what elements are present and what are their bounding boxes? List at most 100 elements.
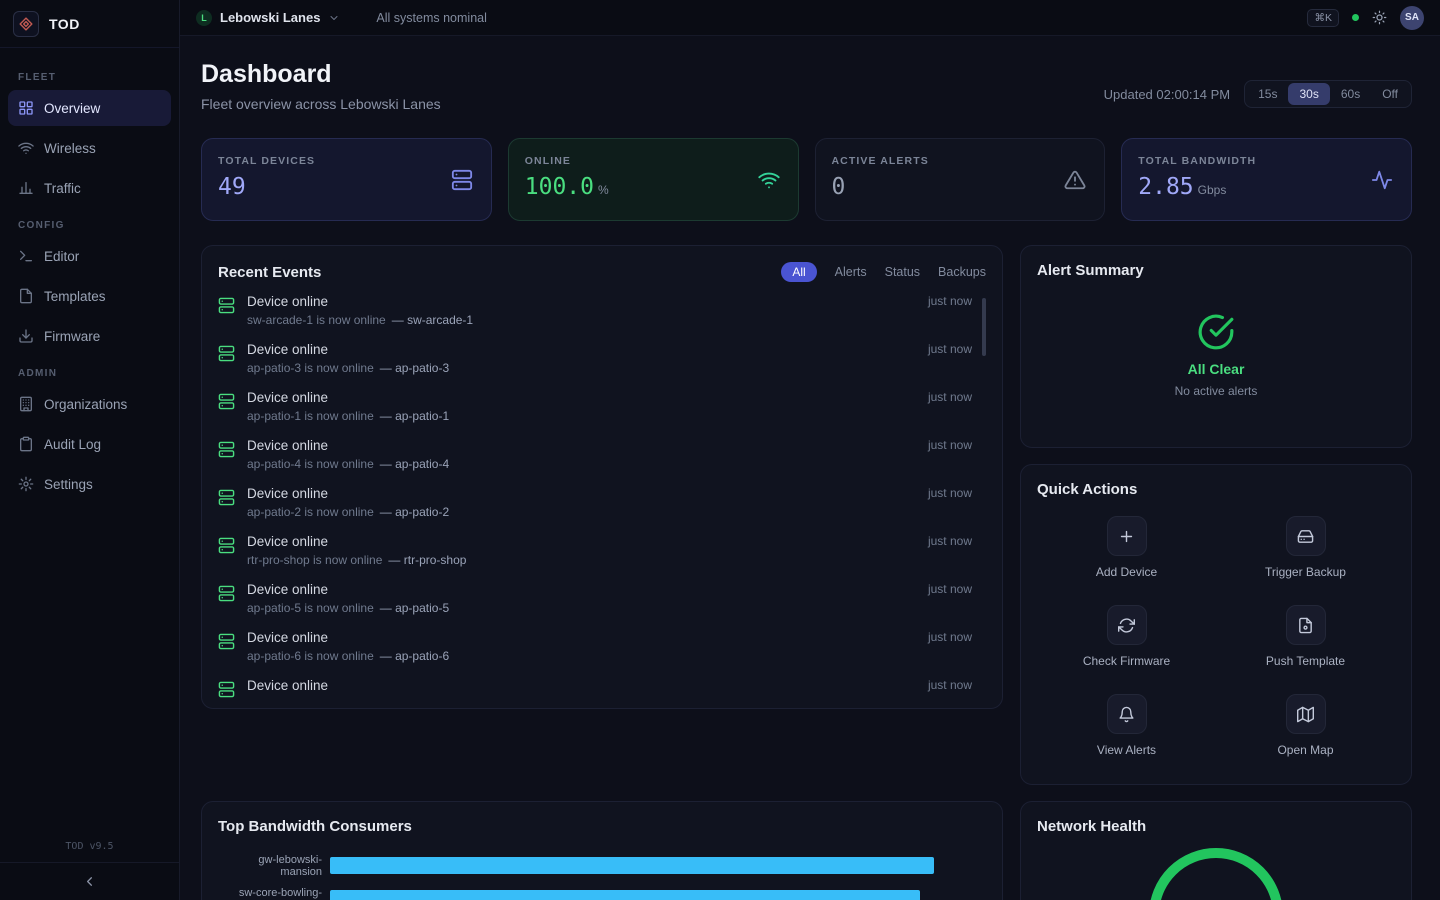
stat-card-active-alerts: ACTIVE ALERTS 0 [815,138,1106,221]
download-icon [18,328,34,344]
terminal-icon [18,248,34,264]
event-time: just now [928,486,986,500]
sidebar-item-organizations[interactable]: Organizations [8,386,171,422]
quick-action-check-firmware[interactable]: Check Firmware [1037,593,1216,682]
sidebar-collapse-button[interactable] [0,862,179,900]
event-title: Device online [247,294,916,309]
org-switcher[interactable]: L Lebowski Lanes [196,10,340,26]
bell-icon [1107,694,1147,734]
event-device: — ap-patio-6 [380,649,449,663]
event-title: Device online [247,582,916,597]
command-palette-shortcut[interactable]: ⌘K [1307,9,1339,27]
top-bandwidth-title: Top Bandwidth Consumers [218,818,986,835]
plus-icon [1107,516,1147,556]
events-scrollbar-thumb[interactable] [982,298,986,356]
filter-all[interactable]: All [781,262,816,282]
quick-action-push-template[interactable]: Push Template [1216,593,1395,682]
refresh-option-30s[interactable]: 30s [1288,83,1329,105]
network-health-gauge: 100 [1037,845,1395,900]
quick-action-label: Push Template [1266,654,1345,668]
event-row[interactable]: Device online ap-patio-5 is now online — a… [218,582,986,630]
event-title: Device online [247,438,916,453]
stat-label: ONLINE [525,155,782,167]
wifi-icon [758,169,780,191]
filter-alerts[interactable]: Alerts [835,265,867,279]
quick-actions-title: Quick Actions [1037,481,1395,498]
page-title: Dashboard [201,60,441,89]
event-title: Device online [247,630,916,645]
event-detail: ap-patio-5 is now online [247,601,374,615]
sidebar-item-overview[interactable]: Overview [8,90,171,126]
refresh-option-15s[interactable]: 15s [1247,83,1288,105]
page-subtitle: Fleet overview across Lebowski Lanes [201,96,441,112]
sidebar-item-settings[interactable]: Settings [8,466,171,502]
sidebar-item-editor[interactable]: Editor [8,238,171,274]
sidebar-item-wireless[interactable]: Wireless [8,130,171,166]
theme-toggle-button[interactable] [1372,10,1387,25]
filter-status[interactable]: Status [885,265,920,279]
event-row[interactable]: Device onlineap-patio-2 is now online— a… [218,486,986,534]
topbar: L Lebowski Lanes All systems nominal ⌘K … [180,0,1440,36]
grid-icon [18,100,34,116]
sidebar-item-templates[interactable]: Templates [8,278,171,314]
activity-icon [1371,169,1393,191]
server-icon [451,169,473,191]
event-row[interactable]: Device onlinesw-arcade-1 is now online— … [218,294,986,342]
bandwidth-row: sw-core-bowling-alley [218,882,986,900]
alert-status-text: All Clear [1188,361,1245,377]
stat-unit: Gbps [1198,183,1227,197]
quick-action-add-device[interactable]: Add Device [1037,504,1216,593]
bandwidth-bar [330,857,934,874]
event-row[interactable]: Device onlineap-patio-1 is now online— a… [218,390,986,438]
sidebar-item-label: Editor [44,249,79,264]
event-row[interactable]: Device onlineap-patio-4 is now online— a… [218,438,986,486]
file-icon [18,288,34,304]
refresh-icon [1107,605,1147,645]
dashboard-content: Dashboard Fleet overview across Lebowski… [180,36,1440,900]
event-device: — ap-patio-5 [380,601,449,615]
quick-action-view-alerts[interactable]: View Alerts [1037,682,1216,771]
event-device: — ap-patio-3 [380,361,449,375]
sun-icon [1372,10,1387,25]
event-row[interactable]: Device onlineap-patio-3 is now online— a… [218,342,986,390]
server-icon [218,585,235,602]
sidebar-item-firmware[interactable]: Firmware [8,318,171,354]
refresh-option-60s[interactable]: 60s [1330,83,1371,105]
nav-section-fleet: FLEET [8,62,171,90]
sidebar-item-label: Templates [44,289,106,304]
server-icon [218,345,235,362]
user-avatar[interactable]: SA [1400,6,1424,30]
gear-icon [18,476,34,492]
topbar-right: ⌘K SA [1307,6,1424,30]
event-row[interactable]: Device onlineap-patio-6 is now online— a… [218,630,986,678]
wifi-icon [18,140,34,156]
sidebar-item-audit-log[interactable]: Audit Log [8,426,171,462]
event-row[interactable]: Device onlinertr-pro-shop is now online—… [218,534,986,582]
server-icon [218,297,235,314]
event-detail: ap-patio-4 is now online [247,457,374,471]
building-icon [18,396,34,412]
last-updated-text: Updated 02:00:14 PM [1104,87,1230,102]
sidebar-item-label: Audit Log [44,437,101,452]
quick-action-open-map[interactable]: Open Map [1216,682,1395,771]
sidebar-nav: FLEET Overview Wireless Traffic CONFIG E… [0,48,179,506]
quick-action-label: Check Firmware [1083,654,1170,668]
sidebar-item-traffic[interactable]: Traffic [8,170,171,206]
event-row[interactable]: Device online just now [218,678,986,708]
server-icon [218,537,235,554]
quick-action-label: View Alerts [1097,743,1156,757]
stat-unit: % [598,183,609,197]
filter-backups[interactable]: Backups [938,265,986,279]
file-icon [1286,605,1326,645]
event-detail: ap-patio-3 is now online [247,361,374,375]
events-list: Device onlinesw-arcade-1 is now online— … [218,294,986,708]
event-time: just now [928,294,986,308]
check-circle-icon [1197,313,1235,351]
page-header: Dashboard Fleet overview across Lebowski… [201,60,1412,112]
alert-summary-title: Alert Summary [1037,262,1395,279]
quick-action-trigger-backup[interactable]: Trigger Backup [1216,504,1395,593]
sidebar-item-label: Settings [44,477,93,492]
event-time: just now [928,534,986,548]
event-title: Device online [247,390,916,405]
refresh-option-off[interactable]: Off [1371,83,1409,105]
